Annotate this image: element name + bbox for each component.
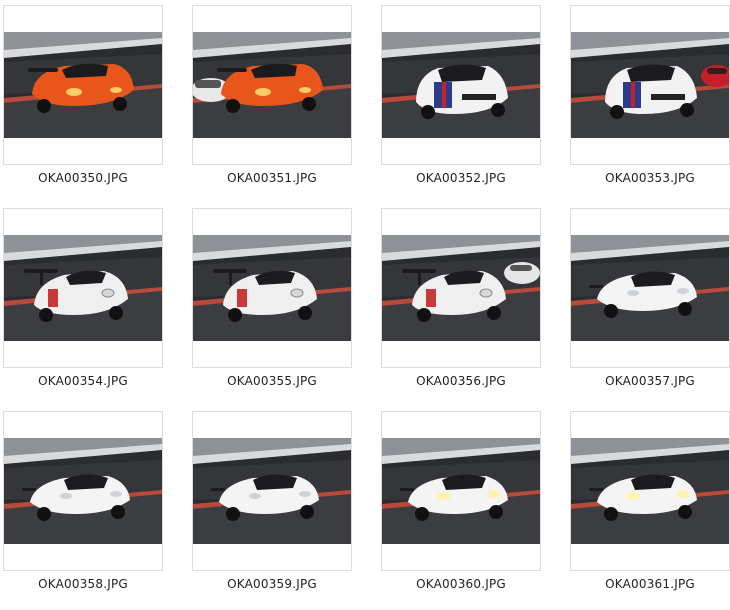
file-name[interactable]: OKA00358.JPG xyxy=(0,577,173,591)
file-name[interactable]: OKA00361.JPG xyxy=(560,577,730,591)
photo-image xyxy=(193,32,351,138)
thumbnail[interactable] xyxy=(192,208,352,368)
gallery-item: OKA00352.JPG xyxy=(381,5,541,195)
photo-image xyxy=(571,235,729,341)
photo-image xyxy=(571,32,729,138)
photo-image xyxy=(4,235,162,341)
thumbnail[interactable] xyxy=(192,5,352,165)
gallery-item: OKA00356.JPG xyxy=(381,208,541,398)
gallery-item: OKA00351.JPG xyxy=(192,5,352,195)
file-name[interactable]: OKA00353.JPG xyxy=(560,171,730,185)
thumbnail[interactable] xyxy=(192,411,352,571)
photo-image xyxy=(4,438,162,544)
photo-image xyxy=(193,235,351,341)
photo-image xyxy=(382,32,540,138)
gallery-item: OKA00361.JPG xyxy=(570,411,730,601)
file-name[interactable]: OKA00355.JPG xyxy=(182,374,362,388)
thumbnail[interactable] xyxy=(3,208,163,368)
file-name[interactable]: OKA00350.JPG xyxy=(0,171,173,185)
gallery-item: OKA00359.JPG xyxy=(192,411,352,601)
thumbnail[interactable] xyxy=(381,411,541,571)
file-name[interactable]: OKA00359.JPG xyxy=(182,577,362,591)
gallery-item: OKA00357.JPG xyxy=(570,208,730,398)
file-name[interactable]: OKA00357.JPG xyxy=(560,374,730,388)
gallery-item: OKA00355.JPG xyxy=(192,208,352,398)
photo-image xyxy=(382,235,540,341)
thumbnail[interactable] xyxy=(381,208,541,368)
gallery-item: OKA00358.JPG xyxy=(3,411,163,601)
thumbnail[interactable] xyxy=(570,411,730,571)
thumbnail[interactable] xyxy=(381,5,541,165)
photo-image xyxy=(193,438,351,544)
gallery-item: OKA00354.JPG xyxy=(3,208,163,398)
file-name[interactable]: OKA00356.JPG xyxy=(371,374,551,388)
file-name[interactable]: OKA00351.JPG xyxy=(182,171,362,185)
photo-image xyxy=(4,32,162,138)
thumbnail[interactable] xyxy=(570,208,730,368)
file-name[interactable]: OKA00354.JPG xyxy=(0,374,173,388)
file-name[interactable]: OKA00352.JPG xyxy=(371,171,551,185)
thumbnail[interactable] xyxy=(3,411,163,571)
thumbnail[interactable] xyxy=(3,5,163,165)
thumbnail[interactable] xyxy=(570,5,730,165)
photo-image xyxy=(382,438,540,544)
gallery-item: OKA00350.JPG xyxy=(3,5,163,195)
file-name[interactable]: OKA00360.JPG xyxy=(371,577,551,591)
thumbnail-gallery: OKA00350.JPG OKA00351.JPG OKA00352.JPG O… xyxy=(0,0,730,610)
gallery-item: OKA00360.JPG xyxy=(381,411,541,601)
gallery-item: OKA00353.JPG xyxy=(570,5,730,195)
photo-image xyxy=(571,438,729,544)
